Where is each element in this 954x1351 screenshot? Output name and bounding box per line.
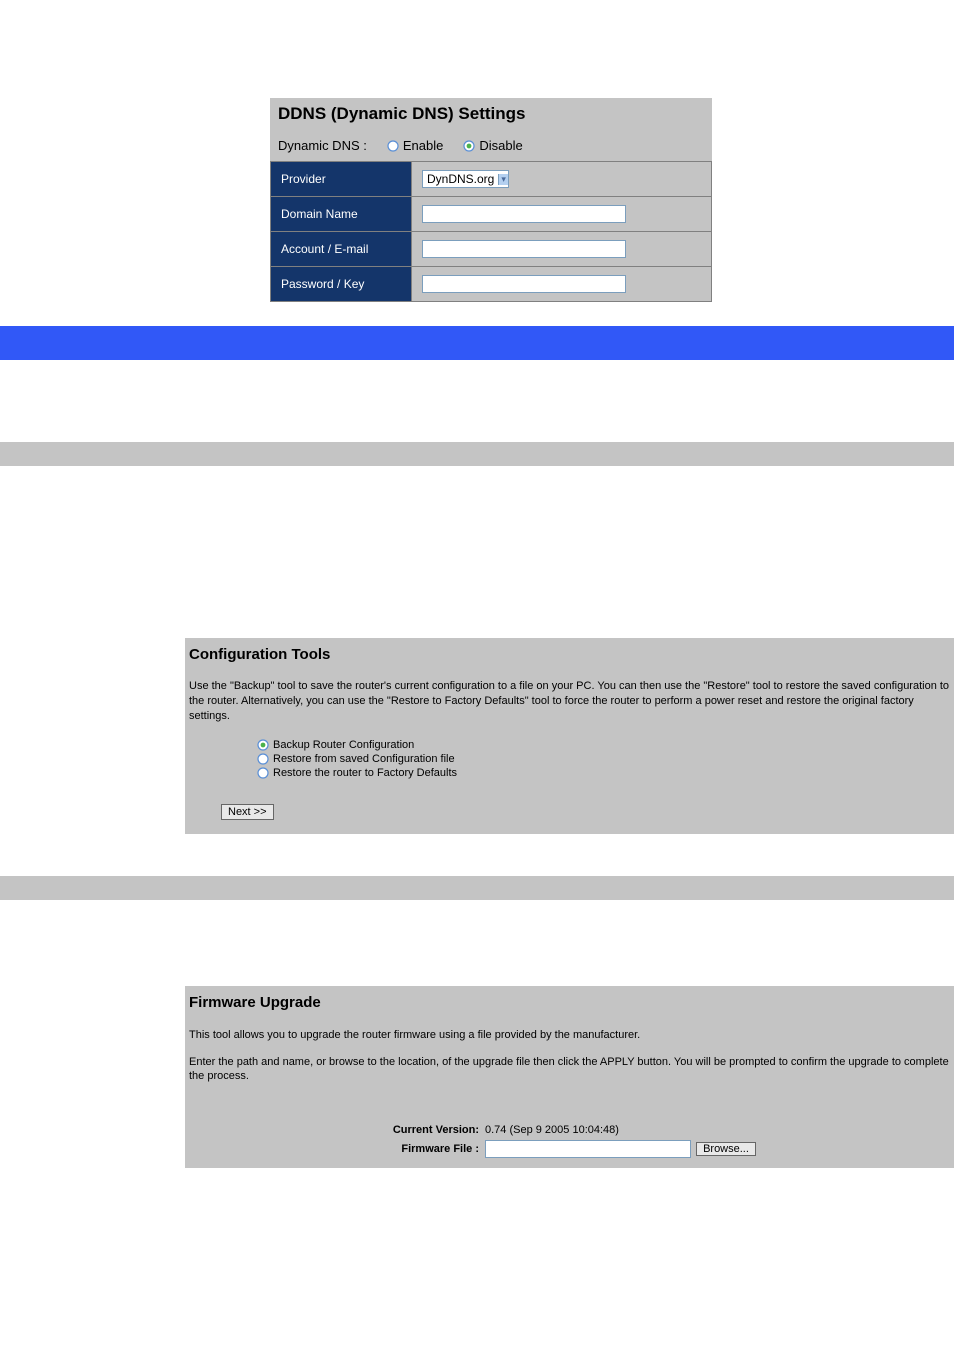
radio-checked-icon [257, 739, 269, 751]
enable-label: Enable [403, 138, 443, 153]
chevron-down-icon: ▾ [498, 174, 508, 185]
next-button[interactable]: Next >> [221, 804, 274, 820]
radio-unchecked-icon [387, 140, 399, 152]
account-label: Account / E-mail [271, 232, 411, 266]
browse-button[interactable]: Browse... [696, 1142, 756, 1156]
ddns-enable-radio[interactable]: Enable [387, 138, 443, 153]
factory-defaults-label: Restore the router to Factory Defaults [273, 767, 457, 779]
firmware-file-label: Firmware File : [185, 1143, 485, 1155]
firmware-desc2: Enter the path and name, or browse to th… [185, 1043, 954, 1087]
provider-select-value: DynDNS.org [423, 171, 498, 187]
config-tools-description: Use the "Backup" tool to save the router… [185, 671, 954, 728]
separator-bar-blue [0, 326, 954, 360]
factory-defaults-option[interactable]: Restore the router to Factory Defaults [257, 766, 954, 780]
ddns-title: DDNS (Dynamic DNS) Settings [270, 98, 712, 130]
firmware-form: Current Version: 0.74 (Sep 9 2005 10:04:… [185, 1086, 954, 1160]
current-version-value: 0.74 (Sep 9 2005 10:04:48) [485, 1124, 619, 1136]
ddns-disable-radio[interactable]: Disable [463, 138, 522, 153]
restore-file-label: Restore from saved Configuration file [273, 753, 455, 765]
separator-bar-grey-1 [0, 442, 954, 466]
provider-select[interactable]: DynDNS.org ▾ [422, 170, 509, 188]
radio-unchecked-icon [257, 753, 269, 765]
radio-checked-icon [463, 140, 475, 152]
password-label: Password / Key [271, 267, 411, 301]
backup-option[interactable]: Backup Router Configuration [257, 738, 954, 752]
domain-input[interactable] [422, 205, 626, 223]
password-input[interactable] [422, 275, 626, 293]
ddns-radio-row: Dynamic DNS : Enable Disable [270, 130, 712, 161]
config-tools-panel: Configuration Tools Use the "Backup" too… [185, 638, 954, 834]
ddns-label: Dynamic DNS : [278, 138, 367, 153]
firmware-panel: Firmware Upgrade This tool allows you to… [185, 986, 954, 1169]
provider-label: Provider [271, 162, 411, 196]
firmware-title: Firmware Upgrade [185, 986, 954, 1019]
firmware-file-input[interactable] [485, 1140, 691, 1158]
domain-label: Domain Name [271, 197, 411, 231]
restore-file-option[interactable]: Restore from saved Configuration file [257, 752, 954, 766]
account-input[interactable] [422, 240, 626, 258]
ddns-panel: DDNS (Dynamic DNS) Settings Dynamic DNS … [270, 98, 712, 302]
config-tools-options: Backup Router Configuration Restore from… [185, 728, 954, 788]
backup-label: Backup Router Configuration [273, 739, 414, 751]
ddns-table: Provider DynDNS.org ▾ Domain Name Accoun… [270, 161, 712, 302]
radio-unchecked-icon [257, 767, 269, 779]
disable-label: Disable [479, 138, 522, 153]
separator-bar-grey-2 [0, 876, 954, 900]
config-tools-title: Configuration Tools [185, 638, 954, 671]
firmware-desc1: This tool allows you to upgrade the rout… [185, 1019, 954, 1043]
current-version-label: Current Version: [185, 1124, 485, 1136]
